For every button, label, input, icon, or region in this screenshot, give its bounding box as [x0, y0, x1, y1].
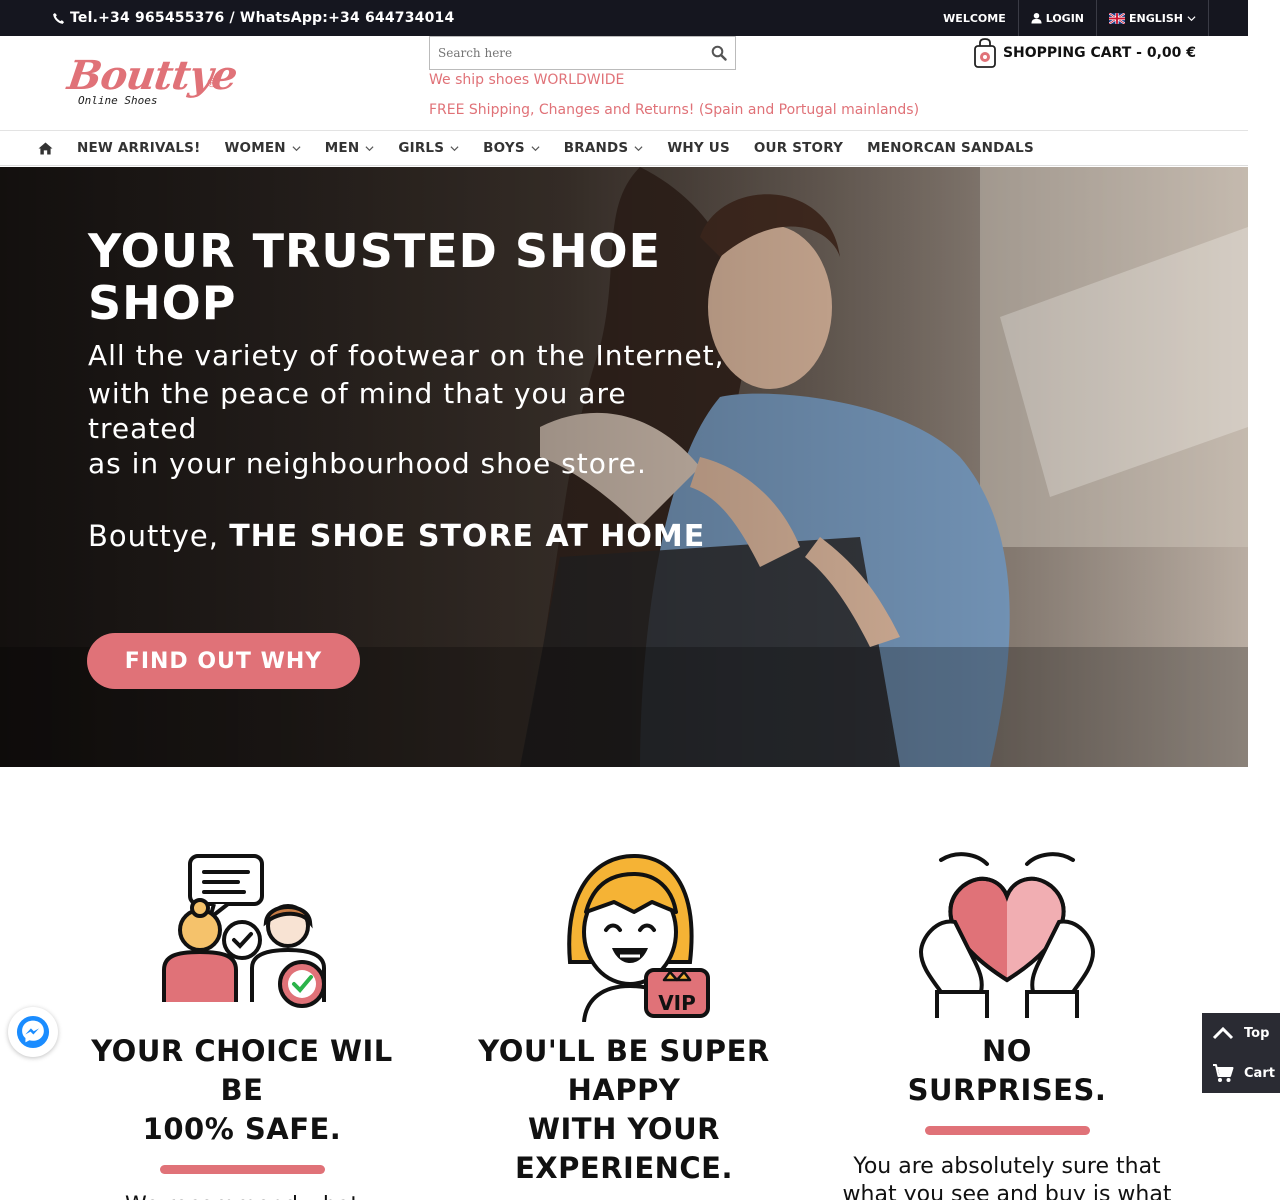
nav-item-label: MEN	[324, 140, 360, 156]
login-link[interactable]: LOGIN	[1017, 0, 1096, 36]
logo-registered-mark: ®	[206, 76, 218, 90]
user-icon	[1031, 12, 1042, 24]
search-input[interactable]	[430, 46, 700, 60]
vip-badge-text: VIP	[658, 991, 696, 1015]
shopping-cart-link[interactable]: SHOPPING CART - 0,00 €	[973, 38, 1196, 68]
hero-subtitle-line: as in your neighbourhood shoe store.	[88, 447, 647, 480]
hero-subtitle-line: All the variety of footwear on the Inter…	[88, 339, 725, 372]
main-nav: NEW ARRIVALS! WOMEN MEN GIRLS BOYS BRAND…	[0, 130, 1248, 166]
hero-subtitle-line: with the peace of mind that you are	[88, 377, 627, 410]
home-icon	[38, 141, 53, 155]
feature-title-line: 100% SAFE.	[142, 1112, 342, 1146]
messenger-chat-button[interactable]	[8, 1007, 58, 1057]
hero-subtitle: All the variety of footwear on the Inter…	[88, 337, 728, 483]
feature-text: You are absolutely sure that what you se…	[837, 1153, 1177, 1200]
hero-subtitle-line: treated	[88, 412, 198, 445]
page: { "topbar": { "phone": "Tel.+34 96545537…	[0, 0, 1280, 1200]
chevron-down-icon	[531, 145, 540, 151]
nav-item-boys[interactable]: BOYS	[483, 140, 540, 156]
hero-tagline-bold: THE SHOE STORE AT HOME	[229, 519, 706, 554]
nav-item-label: BRANDS	[563, 140, 629, 156]
site-header: Bouttye ® Online Shoes We ship shoes WOR…	[0, 36, 1248, 130]
login-label: LOGIN	[1045, 11, 1085, 25]
phone-icon	[53, 12, 65, 24]
nav-item-men[interactable]: MEN	[325, 140, 375, 156]
logo-tagline: Online Shoes	[78, 94, 158, 107]
nav-item-menorcan-sandals[interactable]: MENORCAN SANDALS	[867, 140, 1034, 156]
shipping-worldwide-note: We ship shoes WORLDWIDE	[429, 72, 625, 88]
hero-tagline: Bouttye, THE SHOE STORE AT HOME	[88, 519, 705, 554]
nav-item-label: MENORCAN SANDALS	[867, 140, 1034, 156]
top-bar-right: WELCOME LOGIN ENGLISH	[943, 0, 1209, 36]
floating-cart-label: Cart	[1244, 1065, 1275, 1081]
search-box	[429, 36, 736, 70]
nav-item-brands[interactable]: BRANDS	[564, 140, 644, 156]
feature-title-line: YOU'LL BE SUPER	[478, 1034, 770, 1068]
nav-item-new-arrivals[interactable]: NEW ARRIVALS!	[77, 140, 200, 156]
hero-tagline-prefix: Bouttye,	[88, 519, 219, 553]
nav-item-women[interactable]: WOMEN	[224, 140, 301, 156]
feature-title-line: WITH YOUR	[528, 1112, 720, 1146]
language-label: ENGLISH	[1129, 11, 1183, 25]
chevron-down-icon	[292, 145, 301, 151]
quick-actions-panel: Top Cart	[1202, 1013, 1280, 1093]
advisors-chat-icon	[162, 854, 326, 1008]
floating-cart-button[interactable]: Cart	[1202, 1053, 1280, 1093]
nav-home[interactable]	[38, 141, 53, 155]
find-out-why-button[interactable]: FIND OUT WHY	[87, 633, 360, 689]
feature-divider	[159, 1165, 325, 1174]
hero-title: YOUR TRUSTED SHOE SHOP	[88, 224, 661, 330]
shopping-bag-icon	[974, 38, 996, 68]
nav-item-girls[interactable]: GIRLS	[398, 140, 459, 156]
language-selector[interactable]: ENGLISH	[1096, 0, 1209, 36]
messenger-icon	[16, 1015, 50, 1049]
feature-safe-choice: YOUR CHOICE WIL BE 100% SAFE. We recomme…	[72, 852, 412, 1200]
free-shipping-note: FREE Shipping, Changes and Returns! (Spa…	[429, 102, 920, 118]
top-bar: Tel.+34 965455376 / WhatsApp:+34 6447340…	[0, 0, 1248, 36]
feature-title: YOU'LL BE SUPER HAPPY WITH YOUR EXPERIEN…	[454, 1032, 794, 1188]
nav-item-label: WHY US	[667, 140, 730, 156]
nav-item-why-us[interactable]: WHY US	[667, 140, 730, 156]
welcome-label: WELCOME	[943, 11, 1006, 25]
uk-flag-icon	[1109, 12, 1126, 24]
feature-text: We recommend what	[72, 1192, 412, 1200]
heart-hands-icon	[918, 852, 1096, 1018]
nav-item-label: GIRLS	[398, 140, 445, 156]
nav-item-label: OUR STORY	[753, 140, 844, 156]
nav-item-label: NEW ARRIVALS!	[77, 140, 201, 156]
chevron-down-icon	[365, 145, 374, 151]
site-logo[interactable]: Bouttye ® Online Shoes	[65, 52, 240, 110]
feature-divider	[924, 1126, 1090, 1135]
feature-text-line: what you see and buy is what	[842, 1182, 1172, 1200]
feature-no-surprises: NO SURPRISES. You are absolutely sure th…	[837, 852, 1177, 1200]
back-to-top-button[interactable]: Top	[1202, 1013, 1280, 1053]
contact-phone[interactable]: Tel.+34 965455376 / WhatsApp:+34 6447340…	[52, 10, 454, 26]
feature-title: YOUR CHOICE WIL BE 100% SAFE.	[72, 1032, 412, 1149]
search-icon[interactable]	[711, 45, 727, 61]
hero-banner: YOUR TRUSTED SHOE SHOP All the variety o…	[0, 167, 1248, 767]
feature-title-line: HAPPY	[567, 1073, 681, 1107]
chevron-down-icon	[634, 145, 643, 151]
feature-happy-experience: VIP YOU'LL BE SUPER HAPPY WITH YOUR EXPE…	[454, 852, 794, 1188]
feature-title-line: YOUR CHOICE WIL	[91, 1034, 393, 1068]
phone-text: Tel.+34 965455376 / WhatsApp:+34 6447340…	[70, 10, 455, 26]
features-section: YOUR CHOICE WIL BE 100% SAFE. We recomme…	[0, 767, 1248, 1200]
chevron-down-icon	[450, 145, 459, 151]
chevron-down-icon	[1187, 15, 1196, 21]
feature-text-line: You are absolutely sure that	[853, 1154, 1161, 1179]
back-to-top-label: Top	[1244, 1025, 1270, 1041]
nav-item-label: WOMEN	[224, 140, 286, 156]
shopping-cart-label: SHOPPING CART - 0,00 €	[1002, 45, 1196, 61]
feature-title-line: NO	[982, 1034, 1032, 1068]
nav-item-label: BOYS	[483, 140, 525, 156]
feature-title-line: BE	[220, 1073, 264, 1107]
feature-title-line: SURPRISES.	[907, 1073, 1107, 1107]
feature-title: NO SURPRISES.	[837, 1032, 1177, 1110]
happy-vip-customer-icon: VIP	[567, 853, 710, 1022]
nav-item-our-story[interactable]: OUR STORY	[754, 140, 843, 156]
chevron-up-icon	[1212, 1026, 1234, 1040]
cart-icon	[1213, 1064, 1234, 1082]
feature-title-line: EXPERIENCE.	[514, 1151, 734, 1185]
